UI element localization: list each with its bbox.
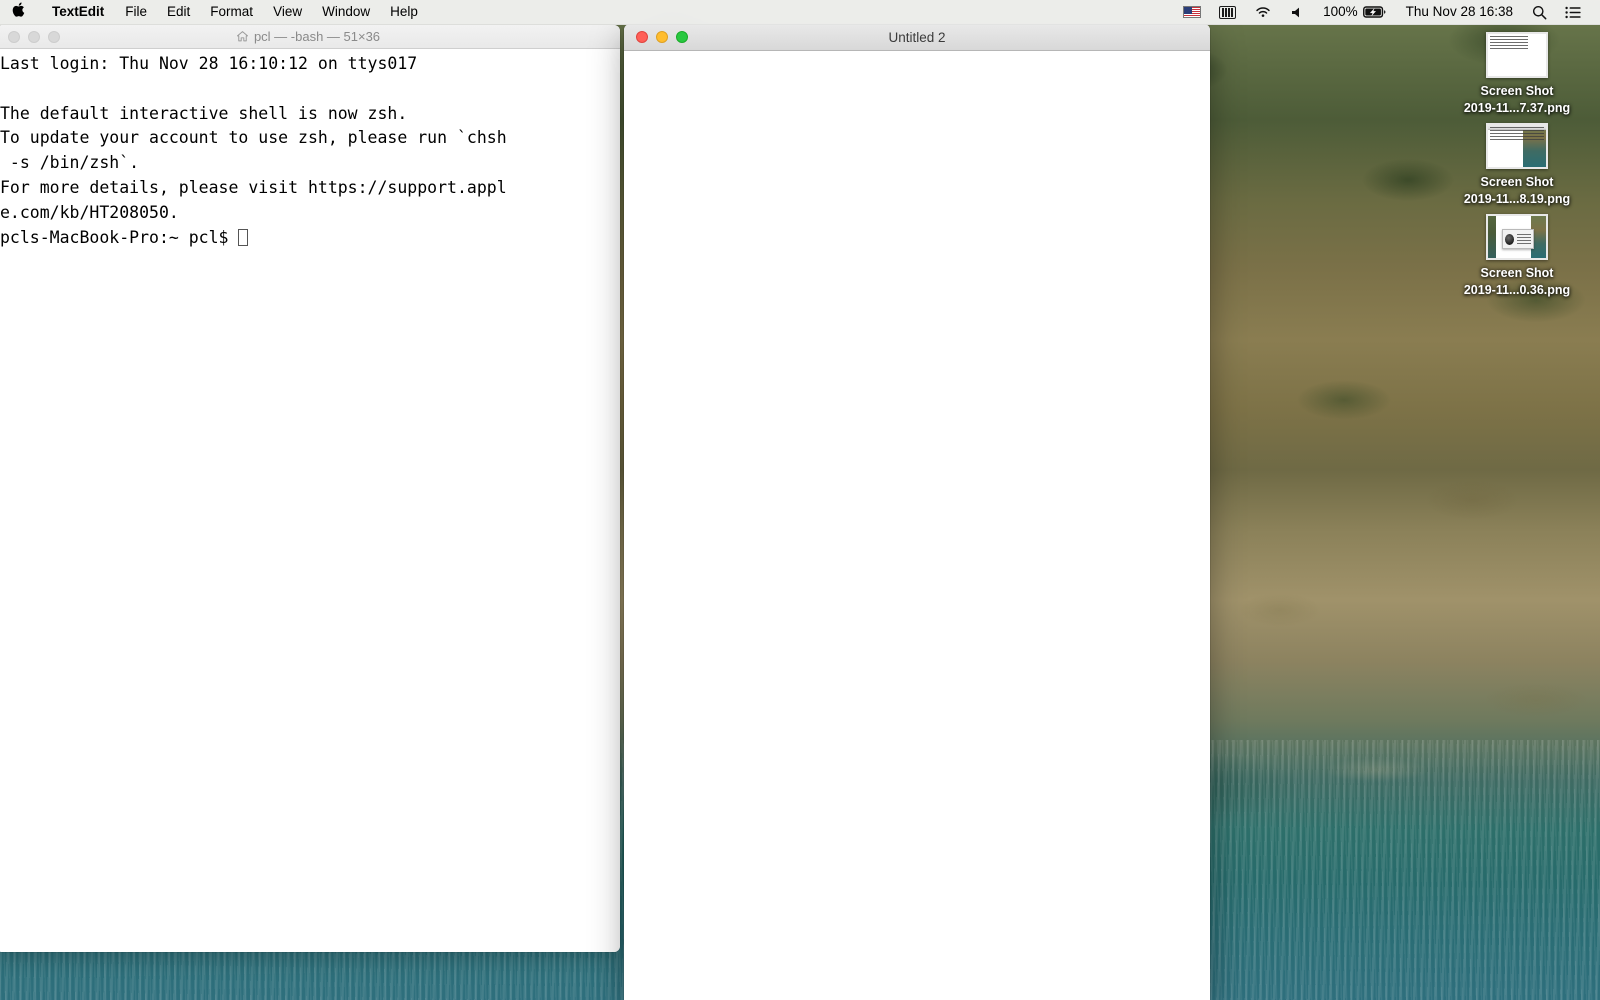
desktop-icon[interactable]: Screen Shot 2019-11...8.19.png: [1442, 123, 1592, 208]
textedit-title: Untitled 2: [888, 29, 946, 45]
desktop-icon-label-line2: 2019-11...7.37.png: [1463, 101, 1571, 115]
volume-icon[interactable]: [1281, 6, 1314, 19]
close-button[interactable]: [636, 31, 648, 43]
textedit-titlebar[interactable]: Untitled 2: [624, 24, 1210, 51]
desktop-icon[interactable]: Screen Shot 2019-11...7.37.png: [1442, 32, 1592, 117]
battery-percent-label[interactable]: 100%: [1314, 0, 1361, 24]
textedit-window[interactable]: Untitled 2: [624, 24, 1210, 1000]
screenshot-thumbnail-icon: [1486, 123, 1548, 169]
screenshot-thumbnail-icon: [1486, 214, 1548, 260]
desktop-icon-label-line2: 2019-11...0.36.png: [1463, 283, 1571, 297]
wifi-icon[interactable]: [1245, 6, 1281, 19]
menu-item-file[interactable]: File: [115, 0, 157, 24]
zoom-button[interactable]: [48, 30, 60, 43]
menu-item-edit[interactable]: Edit: [157, 0, 200, 24]
desktop-icon-label-line1: Screen Shot: [1480, 175, 1554, 189]
screenshot-thumbnail-icon: [1486, 32, 1548, 78]
terminal-traffic-lights[interactable]: [0, 30, 60, 43]
menu-item-help[interactable]: Help: [380, 0, 428, 24]
minimize-button[interactable]: [28, 30, 40, 43]
desktop-icon-label-line2: 2019-11...8.19.png: [1463, 192, 1571, 206]
terminal-scrollback: Last login: Thu Nov 28 16:10:12 on ttys0…: [0, 54, 507, 222]
desktop-icon-list: Screen Shot 2019-11...7.37.png Screen Sho…: [1442, 32, 1592, 305]
menu-bar: TextEdit File Edit Format View Window He…: [0, 0, 1600, 25]
control-center-icon[interactable]: [1556, 6, 1590, 19]
apple-menu-icon[interactable]: [0, 1, 41, 22]
terminal-output-area[interactable]: Last login: Thu Nov 28 16:10:12 on ttys0…: [0, 49, 620, 952]
textedit-text-area[interactable]: [624, 51, 1210, 1000]
zoom-button[interactable]: [676, 31, 688, 43]
keyboard-icon[interactable]: [1210, 5, 1245, 19]
terminal-prompt: pcls-MacBook-Pro:~ pcl$: [0, 227, 239, 247]
menu-bar-status-area: 100% Thu Nov 28 16:38: [1174, 0, 1600, 24]
desktop-icon[interactable]: Screen Shot 2019-11...0.36.png: [1442, 214, 1592, 299]
terminal-window[interactable]: pcl — -bash — 51×36 Last login: Thu Nov …: [0, 25, 620, 952]
desktop-icon-label: Screen Shot 2019-11...7.37.png: [1464, 83, 1570, 117]
terminal-title: pcl — -bash — 51×36: [0, 29, 620, 44]
menu-bar-left: TextEdit File Edit Format View Window He…: [0, 0, 428, 24]
terminal-titlebar[interactable]: pcl — -bash — 51×36: [0, 25, 620, 49]
desktop-screen: Screen Shot 2019-11...7.37.png Screen Sho…: [0, 0, 1600, 1000]
menu-item-window[interactable]: Window: [312, 0, 380, 24]
desktop-icon-label-line1: Screen Shot: [1480, 84, 1554, 98]
desktop-icon-label: Screen Shot 2019-11...8.19.png: [1464, 174, 1570, 208]
desktop-icon-label-line1: Screen Shot: [1480, 266, 1554, 280]
menu-item-view[interactable]: View: [263, 0, 312, 24]
search-icon[interactable]: [1523, 5, 1556, 20]
textedit-traffic-lights[interactable]: [624, 31, 688, 43]
menu-app-name[interactable]: TextEdit: [41, 0, 115, 24]
terminal-title-text: pcl — -bash — 51×36: [253, 29, 381, 44]
terminal-cursor: [238, 228, 249, 246]
menu-item-format[interactable]: Format: [200, 0, 263, 24]
us-flag-icon[interactable]: [1174, 6, 1210, 18]
home-icon: [236, 30, 249, 43]
minimize-button[interactable]: [656, 31, 668, 43]
menu-bar-clock[interactable]: Thu Nov 28 16:38: [1396, 0, 1523, 24]
battery-charging-icon[interactable]: [1361, 6, 1396, 18]
desktop-icon-label: Screen Shot 2019-11...0.36.png: [1464, 265, 1570, 299]
close-button[interactable]: [8, 30, 20, 43]
